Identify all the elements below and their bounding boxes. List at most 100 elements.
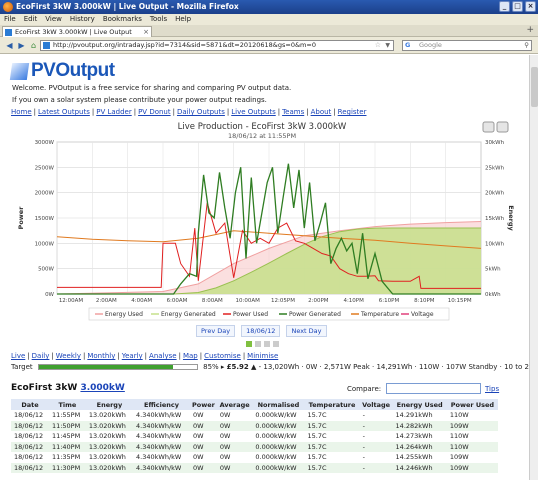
chart-dot-3[interactable]	[264, 341, 270, 347]
menu-bar: File Edit View History Bookmarks Tools Help	[0, 14, 538, 25]
table-cell: 0.000kW/kW	[252, 420, 305, 431]
table-cell: 0W	[189, 441, 217, 452]
view-link-customise[interactable]: Customise	[204, 352, 241, 360]
table-cell: 4.340kWh/kW	[133, 462, 190, 473]
view-link-live[interactable]: Live	[11, 352, 25, 360]
column-header-normalised[interactable]: Normalised	[252, 399, 305, 410]
chart-print-icon[interactable]	[482, 121, 495, 133]
address-bar[interactable]: http://pvoutput.org/intraday.jsp?id=7314…	[40, 40, 394, 51]
next-day-button[interactable]: Next Day	[286, 325, 327, 337]
y2-tick-label: 15kWh	[485, 216, 505, 222]
browser-tab[interactable]: EcoFirst 3kW 3.000kW | Live Output ×	[2, 26, 152, 37]
legend-label[interactable]: Energy Generated	[161, 311, 216, 318]
target-value: £5.92	[226, 363, 249, 371]
minimize-button[interactable]: _	[499, 1, 510, 12]
chevron-down-icon[interactable]: ▼	[385, 41, 390, 50]
pvoutput-logo[interactable]: PVOutput	[9, 60, 121, 81]
column-header-efficiency[interactable]: Efficiency	[133, 399, 190, 410]
close-window-button[interactable]: ×	[525, 1, 536, 12]
column-header-average[interactable]: Average	[216, 399, 253, 410]
home-icon[interactable]: ⌂	[28, 40, 39, 51]
table-cell: 0W	[216, 420, 253, 431]
forward-icon[interactable]: ▶	[16, 40, 27, 51]
target-summary-a: 85% ▸	[203, 363, 227, 371]
table-cell: 18/06/12	[11, 462, 49, 473]
search-icon[interactable]: ⚲	[524, 41, 529, 50]
column-header-power-used[interactable]: Power Used	[446, 399, 498, 410]
column-header-voltage[interactable]: Voltage	[359, 399, 393, 410]
tab-close-icon[interactable]: ×	[143, 27, 149, 37]
target-label: Target	[11, 363, 33, 371]
scrollbar-thumb[interactable]	[531, 67, 538, 107]
table-cell: 18/06/12	[14, 411, 44, 420]
legend-label[interactable]: Power Generated	[289, 311, 341, 318]
table-cell: 0.000kW/kW	[255, 453, 297, 462]
system-name: EcoFirst 3kW	[11, 383, 78, 393]
search-placeholder: Google	[419, 41, 442, 49]
prev-day-button[interactable]: Prev Day	[196, 325, 236, 337]
column-header-date[interactable]: Date	[11, 399, 49, 410]
view-link-map[interactable]: Map	[183, 352, 198, 360]
nav-link-latest-outputs[interactable]: Latest Outputs	[38, 108, 90, 116]
view-link-weekly[interactable]: Weekly	[56, 352, 81, 360]
maximize-button[interactable]: □	[512, 1, 523, 12]
nav-link-register[interactable]: Register	[338, 108, 367, 116]
system-size-link[interactable]: 3.000kW	[80, 383, 124, 393]
site-favicon-icon	[43, 42, 50, 49]
menu-edit[interactable]: Edit	[20, 14, 42, 25]
x-tick-label: 6:00AM	[167, 298, 188, 304]
page-scrollbar[interactable]	[529, 55, 538, 480]
current-date-button[interactable]: 18/06/12	[241, 325, 281, 337]
column-header-temperature[interactable]: Temperature	[304, 399, 360, 410]
menu-help[interactable]: Help	[171, 14, 195, 25]
nav-link-about[interactable]: About	[311, 108, 332, 116]
table-cell: 11:40PM	[48, 441, 86, 452]
legend-label[interactable]: Power Used	[233, 311, 268, 318]
view-link-minimise[interactable]: Minimise	[247, 352, 278, 360]
back-icon[interactable]: ◀	[4, 40, 15, 51]
column-header-energy-used[interactable]: Energy Used	[392, 399, 447, 410]
tab-strip: EcoFirst 3kW 3.000kW | Live Output × +	[0, 25, 538, 37]
legend-label[interactable]: Voltage	[411, 311, 434, 318]
bookmark-star-icon[interactable]: ☆	[375, 41, 381, 50]
table-cell: 18/06/12	[14, 432, 44, 441]
y-tick-label: 2000W	[35, 191, 55, 197]
menu-file[interactable]: File	[0, 14, 20, 25]
live-production-chart: Live Production - EcoFirst 3kW 3.000kW 18…	[11, 120, 515, 345]
chart-download-icon[interactable]	[496, 121, 509, 133]
view-link-yearly[interactable]: Yearly	[122, 352, 143, 360]
nav-link-pv-donut[interactable]: PV Donut	[138, 108, 171, 116]
nav-link-live-outputs[interactable]: Live Outputs	[231, 108, 275, 116]
legend-label[interactable]: Energy Used	[105, 311, 143, 318]
table-cell: -	[359, 420, 393, 431]
chart-svg: Live Production - EcoFirst 3kW 3.000kW18…	[17, 121, 515, 321]
nav-link-teams[interactable]: Teams	[282, 108, 304, 116]
view-link-monthly[interactable]: Monthly	[87, 352, 115, 360]
search-box[interactable]: G Google ⚲	[402, 40, 532, 51]
column-header-time[interactable]: Time	[48, 399, 86, 410]
x-tick-label: 2:00PM	[308, 298, 329, 304]
table-cell: 0W	[192, 453, 204, 462]
compare-input[interactable]	[386, 383, 481, 394]
nav-link-pv-ladder[interactable]: PV Ladder	[96, 108, 132, 116]
menu-view[interactable]: View	[41, 14, 66, 25]
chart-dot-2[interactable]	[255, 341, 261, 347]
new-tab-icon[interactable]: +	[526, 25, 534, 35]
nav-link-home[interactable]: Home	[11, 108, 32, 116]
column-header-energy[interactable]: Energy	[85, 399, 134, 410]
table-cell: 15.7C	[307, 432, 327, 441]
x-tick-label: 4:10PM	[343, 298, 364, 304]
menu-tools[interactable]: Tools	[146, 14, 171, 25]
table-row: 18/06/12 11:50PM 13.020kWh 4.340kWh/kW 0W 0W 0…	[11, 420, 498, 431]
nav-link-daily-outputs[interactable]: Daily Outputs	[177, 108, 225, 116]
view-link-daily[interactable]: Daily	[32, 352, 50, 360]
view-link-analyse[interactable]: Analyse	[149, 352, 177, 360]
menu-history[interactable]: History	[66, 14, 99, 25]
legend-label[interactable]: Temperature	[360, 311, 399, 318]
column-header-power[interactable]: Power	[189, 399, 217, 410]
menu-bookmarks[interactable]: Bookmarks	[99, 14, 146, 25]
chart-dot-4[interactable]	[273, 341, 279, 347]
y-tick-label: 2500W	[35, 165, 55, 171]
chart-dot-1[interactable]	[246, 341, 252, 347]
tips-link[interactable]: Tips	[485, 385, 499, 393]
